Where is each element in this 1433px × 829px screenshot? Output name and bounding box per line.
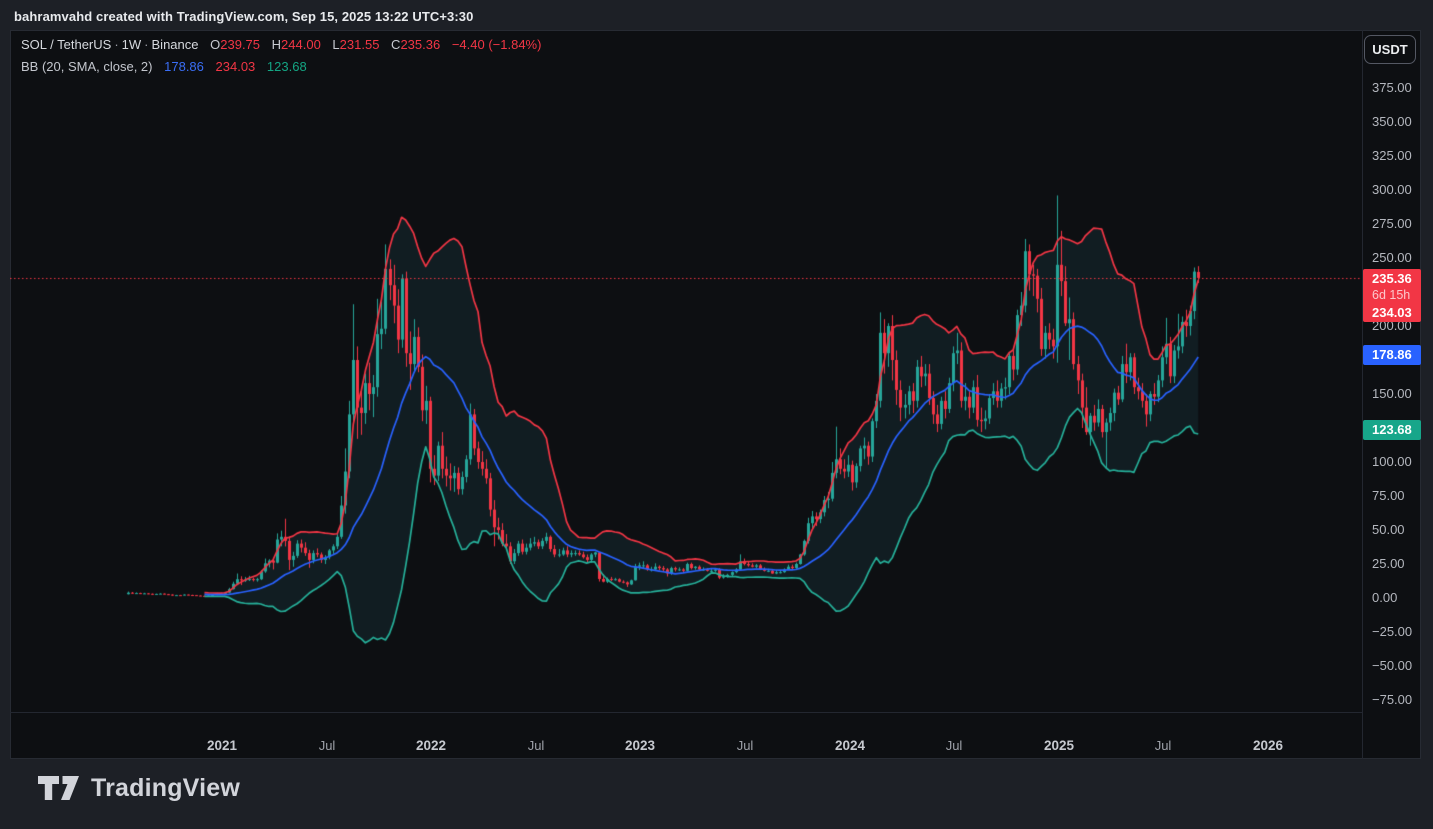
tradingview-logo-icon	[38, 773, 80, 803]
close-value: 235.36	[400, 37, 440, 52]
time-tick-month: Jul	[528, 738, 545, 753]
price-tick-label: −50.00	[1372, 658, 1412, 673]
change-value: −4.40 (−1.84%)	[452, 37, 542, 52]
price-tick-label: −75.00	[1372, 692, 1412, 707]
price-tick-label: 300.00	[1372, 182, 1412, 197]
symbol-legend: SOL / TetherUS·1W·Binance O239.75 H244.0…	[21, 37, 541, 52]
open-letter: O	[210, 37, 220, 52]
price-tick-label: 375.00	[1372, 80, 1412, 95]
time-tick-year: 2026	[1253, 738, 1283, 753]
tradingview-snapshot: bahramvahd created with TradingView.com,…	[0, 0, 1433, 829]
time-tick-year: 2021	[207, 738, 237, 753]
indicator-legend: BB (20, SMA, close, 2) 178.86 234.03 123…	[21, 59, 307, 74]
last-price-value: 235.36	[1372, 270, 1421, 287]
time-axis[interactable]: 2021 Jul 2022 Jul 2023 Jul 2024 Jul 2025 Jul 2026	[10, 713, 1362, 759]
exchange-label: Binance	[152, 37, 199, 52]
indicator-label: BB (20, SMA, close, 2)	[21, 59, 153, 74]
price-tick-label: 0.00	[1372, 590, 1397, 605]
bb-basis-value: 178.86	[164, 59, 204, 74]
bb-upper-axis-label: 234.03	[1372, 304, 1421, 321]
price-tick-label: 100.00	[1372, 454, 1412, 469]
time-tick-month: Jul	[319, 738, 336, 753]
legend-dot: ·	[111, 37, 121, 52]
time-tick-year: 2024	[835, 738, 865, 753]
last-price-badge: 235.36 6d 15h 234.03	[1363, 269, 1421, 322]
price-tick-label: 275.00	[1372, 216, 1412, 231]
high-letter: H	[272, 37, 281, 52]
price-tick-label: 25.00	[1372, 556, 1405, 571]
price-tick-label: 325.00	[1372, 148, 1412, 163]
open-value: 239.75	[220, 37, 260, 52]
currency-toggle-button[interactable]: USDT	[1364, 35, 1416, 64]
time-tick-year: 2025	[1044, 738, 1074, 753]
bb-basis-axis-label: 178.86	[1363, 345, 1421, 365]
price-tick-label: 50.00	[1372, 522, 1405, 537]
time-tick-month: Jul	[737, 738, 754, 753]
time-tick-month: Jul	[1155, 738, 1172, 753]
price-tick-label: 75.00	[1372, 488, 1405, 503]
low-letter: L	[332, 37, 339, 52]
bb-upper-value: 234.03	[216, 59, 256, 74]
price-tick-label: −25.00	[1372, 624, 1412, 639]
price-tick-label: 250.00	[1372, 250, 1412, 265]
bb-lower-axis-label: 123.68	[1363, 420, 1421, 440]
tradingview-logo-text: TradingView	[91, 774, 240, 803]
legend-dot: ·	[141, 37, 151, 52]
price-axis[interactable]: 375.00350.00325.00300.00275.00250.00200.…	[1363, 30, 1421, 712]
low-value: 231.55	[340, 37, 380, 52]
tradingview-logo[interactable]: TradingView	[38, 773, 240, 803]
time-tick-year: 2022	[416, 738, 446, 753]
price-tick-label: 350.00	[1372, 114, 1412, 129]
bottom-bar: TradingView	[0, 759, 1433, 829]
bb-lower-value: 123.68	[267, 59, 307, 74]
price-chart-canvas[interactable]	[10, 30, 1362, 759]
bar-close-countdown: 6d 15h	[1372, 287, 1421, 304]
chart-panel: SOL / TetherUS·1W·Binance O239.75 H244.0…	[10, 30, 1421, 759]
time-tick-year: 2023	[625, 738, 655, 753]
interval-label: 1W	[122, 37, 142, 52]
symbol-name: SOL / TetherUS	[21, 37, 111, 52]
attribution-text: bahramvahd created with TradingView.com,…	[14, 9, 473, 24]
price-tick-label: 150.00	[1372, 386, 1412, 401]
time-tick-month: Jul	[946, 738, 963, 753]
high-value: 244.00	[281, 37, 321, 52]
